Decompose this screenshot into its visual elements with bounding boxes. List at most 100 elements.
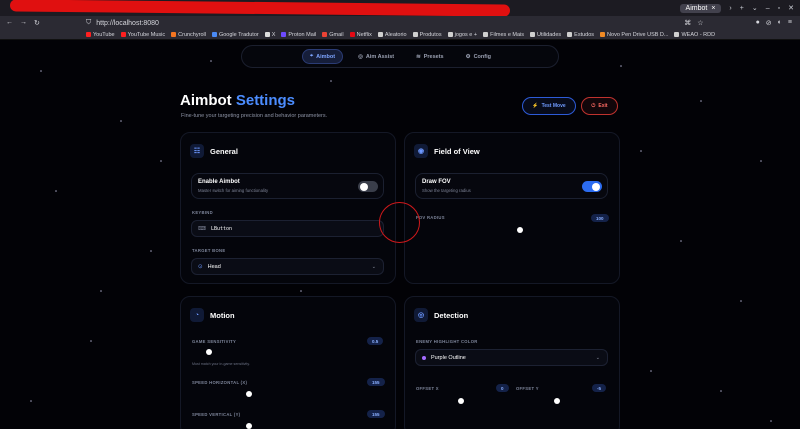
speed-h-label: SPEED HORIZONTAL (X) (192, 380, 248, 385)
highlight-color-select[interactable]: Purple Outline ⌄ (415, 349, 608, 366)
menu-icon[interactable]: ≡ (788, 19, 792, 27)
bookmark-icon (349, 32, 355, 37)
sensitivity-slider-handle[interactable] (206, 349, 212, 355)
background-star (55, 190, 57, 192)
keyboard-icon: ⌨ (198, 225, 206, 232)
background-star (40, 70, 42, 72)
bookmark-item[interactable]: Gmail (322, 32, 344, 38)
page-title: Aimbot Settings (180, 92, 296, 109)
bookmark-star-icon[interactable]: ☆ (697, 19, 703, 27)
speed-h-slider-handle[interactable] (246, 391, 252, 397)
browser-tab-strip: Aimbot × › + ⌄ – ▫ ✕ (0, 0, 800, 17)
highlight-color-label: ENEMY HIGHLIGHT COLOR (416, 339, 478, 344)
fov-radius-value: 100 (591, 214, 609, 222)
site-info-icon[interactable]: ⛉ (86, 19, 91, 27)
background-star (720, 390, 722, 392)
lightning-icon: ⚡ (532, 103, 539, 109)
tab-next-icon[interactable]: › (729, 5, 731, 12)
tab-presets[interactable]: ≋ Presets (409, 51, 451, 63)
bookmark-item[interactable]: Google Tradutor (211, 32, 259, 38)
enable-aimbot-row: Enable Aimbot Master switch for aiming f… (191, 173, 384, 199)
offset-x-slider-handle[interactable] (458, 398, 464, 404)
maximize-icon[interactable]: ▫ (778, 5, 780, 12)
speed-v-slider-handle[interactable] (246, 423, 252, 429)
offset-y-slider-handle[interactable] (554, 398, 560, 404)
extension-icon[interactable]: ● (756, 19, 760, 27)
address-bar[interactable]: ⛉ http://localhost:8080 (86, 19, 684, 27)
background-star (30, 400, 32, 402)
bookmark-item[interactable]: Produtos (412, 32, 442, 38)
downloads-icon[interactable]: ⊘ (766, 19, 772, 27)
purple-swatch-icon (422, 355, 426, 360)
reload-icon[interactable]: ↻ (34, 19, 40, 27)
layers-icon: ≋ (416, 53, 421, 60)
url-text[interactable]: http://localhost:8080 (96, 20, 159, 27)
close-window-icon[interactable]: ✕ (788, 4, 794, 12)
enable-aimbot-toggle[interactable] (358, 181, 378, 192)
radar-icon: ◎ (414, 308, 428, 322)
bookmark-icon (530, 32, 536, 37)
bookmark-item[interactable]: Estudos (567, 32, 594, 38)
draw-fov-toggle[interactable] (582, 181, 602, 192)
gauge-icon: ◔ (190, 308, 204, 322)
bookmark-icon (483, 32, 489, 37)
keybind-label: KEYBIND (192, 210, 213, 215)
general-title: ☷ General (190, 144, 238, 158)
exit-button[interactable]: ⏻ Exit (581, 97, 618, 115)
translate-icon[interactable]: ⌘ (684, 19, 691, 27)
test-move-button[interactable]: ⚡ Test Move (522, 97, 576, 115)
tab-aimbot[interactable]: Aimbot × (679, 3, 722, 13)
bookmark-icon (120, 32, 126, 37)
chevron-down-icon: ⌄ (595, 354, 600, 361)
bookmark-item[interactable]: YouTube Music (120, 32, 165, 38)
sensitivity-value: 0.5 (367, 337, 384, 345)
bookmark-item[interactable]: Filmes e Mais (483, 32, 524, 38)
tab-config[interactable]: ⚙ Config (459, 51, 498, 63)
tab-aimbot[interactable]: ⌖ Aimbot (302, 49, 344, 64)
page-subtitle: Fine-tune your targeting precision and b… (181, 113, 328, 119)
power-icon: ⏻ (591, 103, 596, 109)
sliders-icon: ☷ (190, 144, 204, 158)
motion-title: ◔ Motion (190, 308, 235, 322)
top-nav: ⌖ Aimbot ◎ Aim Assist ≋ Presets ⚙ Config (241, 45, 559, 68)
tab-list-icon[interactable]: ⌄ (752, 4, 758, 12)
bookmark-icon (171, 32, 177, 37)
bookmark-item[interactable]: Aleatorio (377, 32, 407, 38)
account-icon[interactable]: ◐ (778, 19, 782, 27)
bookmarks-bar: YouTube YouTube Music Crunchyroll Google Tr… (0, 30, 800, 40)
bookmark-icon (412, 32, 418, 37)
target-bone-select[interactable]: ⊙ Head ⌄ (191, 258, 384, 275)
background-star (210, 60, 212, 62)
tab-controls: Aimbot × › + ⌄ – ▫ ✕ (679, 2, 794, 14)
redacted-tabs (9, 0, 511, 17)
offset-y-label: OFFSET Y (516, 386, 539, 391)
bookmark-item[interactable]: Novo Pen Drive USB D... (600, 32, 668, 38)
chevron-down-icon: ⌄ (371, 263, 376, 270)
new-tab-icon[interactable]: + (740, 5, 744, 12)
bookmark-icon (86, 32, 91, 37)
draw-fov-row: Draw FOV Show the targeting radius (415, 173, 608, 199)
bookmark-item[interactable]: YouTube (86, 32, 115, 38)
bookmark-icon (600, 32, 606, 37)
tab-aim-assist[interactable]: ◎ Aim Assist (351, 51, 401, 63)
fov-title: ◉ Field of View (414, 144, 480, 158)
bookmark-item[interactable]: Proton Mail (281, 32, 316, 38)
bookmark-item[interactable]: WEAO - RDD (674, 32, 715, 38)
forward-icon[interactable]: → (20, 19, 27, 27)
tab-close-icon[interactable]: × (711, 5, 715, 12)
minimize-icon[interactable]: – (766, 5, 770, 12)
bookmark-item[interactable]: jogos e + (447, 32, 477, 38)
background-star (620, 65, 622, 67)
bookmark-icon (377, 32, 383, 37)
back-icon[interactable]: ← (6, 19, 13, 27)
background-star (330, 80, 332, 82)
bookmark-item[interactable]: X (264, 32, 275, 38)
bookmark-item[interactable]: Netflix (349, 32, 372, 38)
bookmark-item[interactable]: Utilidades (530, 32, 561, 38)
crosshair-icon: ⌖ (310, 53, 314, 59)
keybind-field[interactable]: ⌨ LButton (191, 220, 384, 237)
detection-title: ◎ Detection (414, 308, 468, 322)
speed-v-label: SPEED VERTICAL (Y) (192, 412, 241, 417)
bookmark-item[interactable]: Crunchyroll (171, 32, 206, 38)
fov-radius-slider-handle[interactable] (517, 227, 523, 233)
